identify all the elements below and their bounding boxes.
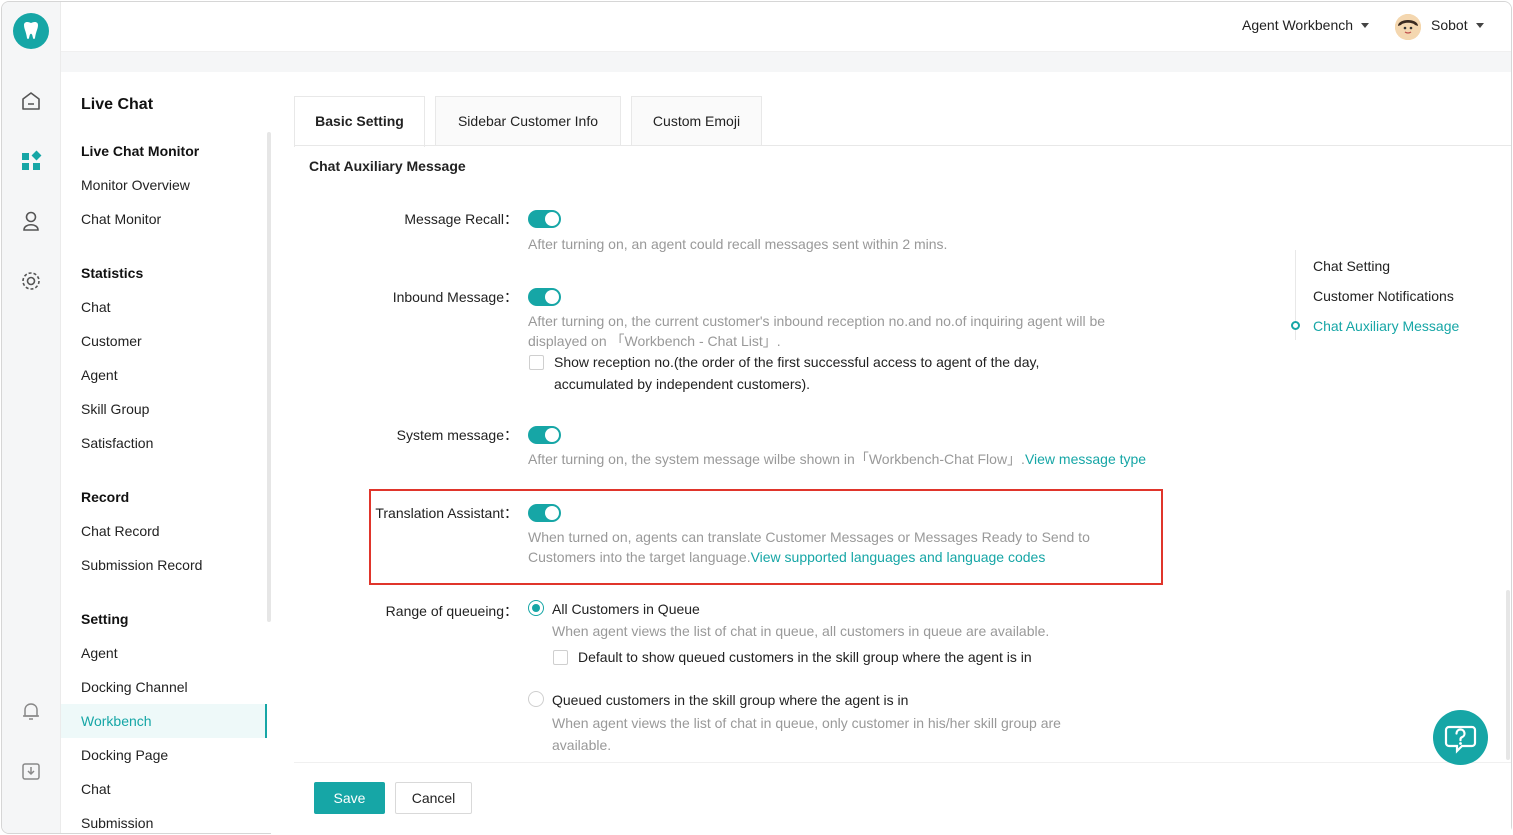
- user-name: Sobot: [1431, 17, 1468, 33]
- top-header: Agent Workbench Sobot: [61, 2, 1511, 52]
- system-message-label: System message：: [396, 427, 518, 443]
- sidebar-item-chat[interactable]: Chat: [61, 772, 267, 806]
- menu-group-statistics: Statistics: [81, 265, 144, 281]
- section-title: Chat Auxiliary Message: [309, 158, 466, 174]
- sidebar-item-chat-monitor[interactable]: Chat Monitor: [61, 202, 267, 236]
- header-divider-strip: [61, 52, 1511, 72]
- all-customers-desc: When agent views the list of chat in que…: [552, 623, 1050, 639]
- inbound-message-label: Inbound Message：: [392, 289, 518, 305]
- settings-gear-icon[interactable]: [18, 268, 44, 294]
- anchor-chat-auxiliary-message[interactable]: Chat Auxiliary Message: [1313, 318, 1459, 334]
- tab-sidebar-customer-info[interactable]: Sidebar Customer Info: [435, 96, 621, 146]
- menu-group-setting: Setting: [81, 611, 129, 627]
- default-show-skill-group-checkbox[interactable]: [553, 650, 568, 665]
- sidebar-item-chat[interactable]: Chat: [61, 290, 267, 324]
- sidebar-item-monitor-overview[interactable]: Monitor Overview: [61, 168, 267, 202]
- all-customers-option: All Customers in Queue: [552, 601, 700, 617]
- workspace-switcher[interactable]: Agent Workbench: [1242, 17, 1370, 33]
- anchor-chat-setting[interactable]: Chat Setting: [1313, 258, 1390, 274]
- skill-group-desc: When agent views the list of chat in que…: [552, 712, 1061, 756]
- cancel-button[interactable]: Cancel: [395, 782, 472, 814]
- user-menu[interactable]: Sobot: [1431, 17, 1484, 33]
- apps-icon[interactable]: [18, 148, 44, 174]
- inbound-message-toggle[interactable]: [528, 288, 561, 306]
- system-message-desc-text: After turning on, the system message wil…: [528, 451, 1025, 467]
- range-of-queueing-label: Range of queueing：: [385, 603, 518, 619]
- skill-group-option: Queued customers in the skill group wher…: [552, 692, 909, 708]
- tooth-logo-icon[interactable]: [13, 13, 49, 49]
- sidebar-menu: Live Chat Live Chat Monitor Monitor Overv…: [61, 72, 269, 833]
- chevron-down-icon: [1361, 22, 1370, 28]
- inbound-desc-line: After turning on, the current customer's…: [528, 313, 1106, 329]
- avatar[interactable]: [1395, 14, 1421, 40]
- sidebar-item-agent[interactable]: Agent: [61, 636, 267, 670]
- tabs-divider: [294, 145, 1511, 146]
- bell-icon[interactable]: [18, 698, 44, 724]
- tab-custom-emoji[interactable]: Custom Emoji: [631, 96, 762, 146]
- translation-desc-line: When turned on, agents can translate Cus…: [528, 529, 1090, 545]
- content-scrollbar[interactable]: [1506, 590, 1510, 760]
- inbound-message-desc: After turning on, the current customer's…: [528, 311, 1105, 351]
- save-button[interactable]: Save: [314, 782, 385, 814]
- sidebar-item-customer[interactable]: Customer: [61, 324, 267, 358]
- sidebar-item-satisfaction[interactable]: Satisfaction: [61, 426, 267, 460]
- chevron-down-icon: [1475, 22, 1484, 28]
- system-message-desc: After turning on, the system message wil…: [528, 449, 1146, 469]
- system-message-toggle[interactable]: [528, 426, 561, 444]
- menu-group-live-chat-monitor: Live Chat Monitor: [81, 143, 200, 159]
- show-reception-text: Show reception no.(the order of the firs…: [554, 351, 1039, 395]
- sidebar-item-docking-channel[interactable]: Docking Channel: [61, 670, 267, 704]
- sidebar-item-submission-record[interactable]: Submission Record: [61, 548, 267, 582]
- checkbox-line: accumulated by independent customers).: [554, 376, 811, 392]
- message-recall-label: Message Recall：: [404, 211, 518, 227]
- anchor-active-dot: [1291, 321, 1300, 330]
- icon-rail: [2, 2, 61, 833]
- anchor-customer-notifications[interactable]: Customer Notifications: [1313, 288, 1454, 304]
- question-bubble-icon: [1444, 725, 1477, 754]
- menu-group-record: Record: [81, 489, 130, 505]
- show-reception-checkbox[interactable]: [529, 355, 544, 370]
- sidebar-item-skill-group[interactable]: Skill Group: [61, 392, 267, 426]
- skill-group-desc-line: available.: [552, 737, 612, 753]
- translation-assistant-label: Translation Assistant：: [375, 505, 518, 521]
- sidebar-item-docking-page[interactable]: Docking Page: [61, 738, 267, 772]
- sidebar-item-chat-record[interactable]: Chat Record: [61, 514, 267, 548]
- all-customers-radio[interactable]: [528, 600, 544, 616]
- translation-desc-line: Customers into the target language.: [528, 549, 751, 565]
- skill-group-desc-line: When agent views the list of chat in que…: [552, 715, 1061, 731]
- sidebar-item-agent[interactable]: Agent: [61, 358, 267, 392]
- view-message-type-link[interactable]: View message type: [1025, 451, 1146, 467]
- default-show-skill-group-text: Default to show queued customers in the …: [578, 649, 1032, 665]
- sidebar-item-submission[interactable]: Submission: [61, 806, 267, 833]
- help-button[interactable]: [1433, 710, 1488, 765]
- skill-group-radio[interactable]: [528, 691, 544, 707]
- checkbox-line: Show reception no.(the order of the firs…: [554, 354, 1040, 370]
- workspace-label: Agent Workbench: [1242, 17, 1354, 33]
- home-icon[interactable]: [18, 88, 44, 114]
- download-icon[interactable]: [18, 758, 44, 784]
- message-recall-desc: After turning on, an agent could recall …: [528, 236, 948, 252]
- message-recall-toggle[interactable]: [528, 210, 561, 228]
- translation-assistant-desc: When turned on, agents can translate Cus…: [528, 527, 1090, 567]
- footer-bar: [294, 762, 1511, 835]
- sidebar-item-workbench[interactable]: Workbench: [61, 704, 267, 738]
- agent-icon[interactable]: [18, 208, 44, 234]
- inbound-desc-line: displayed on 「Workbench - Chat List」.: [528, 333, 781, 349]
- view-supported-languages-link[interactable]: View supported languages and language co…: [751, 549, 1046, 565]
- tab-basic-setting[interactable]: Basic Setting: [294, 96, 425, 147]
- menu-title: Live Chat: [81, 96, 154, 113]
- translation-assistant-toggle[interactable]: [528, 504, 561, 522]
